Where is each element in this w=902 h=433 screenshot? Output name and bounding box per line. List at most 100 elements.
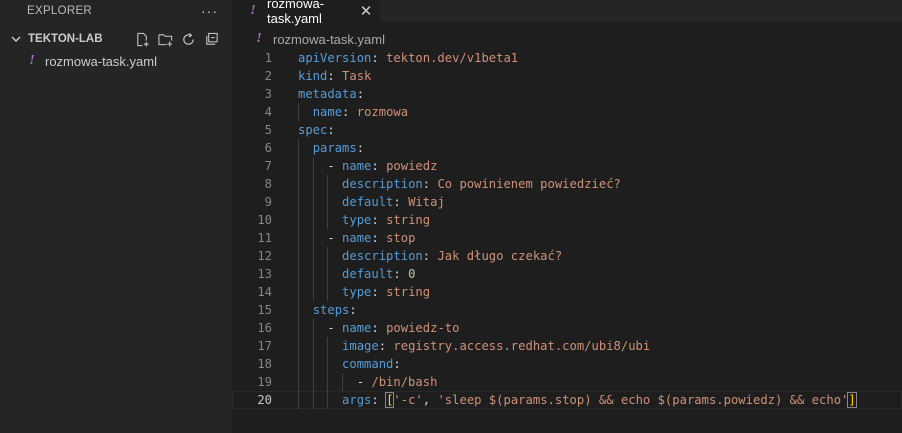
code-text: metadata: <box>298 85 364 103</box>
tab-rozmowa-task[interactable]: ! rozmowa-task.yaml ✕ <box>232 0 380 26</box>
code-line[interactable]: 11 - name: stop <box>232 229 902 247</box>
yaml-token: : <box>422 177 438 191</box>
explorer-file-item[interactable]: ! rozmowa-task.yaml <box>0 50 232 72</box>
yaml-token: tekton.dev/v1beta1 <box>386 51 519 65</box>
yaml-token: - <box>298 375 372 389</box>
line-number: 16 <box>257 321 272 335</box>
code-line[interactable]: 15 steps: <box>232 301 902 319</box>
explorer-file-label: rozmowa-task.yaml <box>45 53 157 69</box>
yaml-token: powiedz <box>386 159 438 173</box>
code-editor[interactable]: 1 apiVersion: tekton.dev/v1beta1 2 kind: Ta… <box>232 49 902 433</box>
yaml-token <box>298 105 313 119</box>
yaml-token <box>298 141 313 155</box>
yaml-token: : <box>342 105 357 119</box>
code-text: - name: stop <box>298 229 415 247</box>
line-number: 15 <box>257 303 272 317</box>
code-line[interactable]: 8 description: Co powinienem powiedzieć? <box>232 175 902 193</box>
yaml-token: - <box>298 321 343 335</box>
code-text: steps: <box>298 301 357 319</box>
yaml-key: description <box>342 177 423 191</box>
folder-section-header[interactable]: TEKTON-LAB <box>0 28 232 50</box>
yaml-token: : <box>371 231 387 245</box>
code-line[interactable]: 13 default: 0 <box>232 265 902 283</box>
yaml-key: spec <box>298 123 328 137</box>
yaml-key: image <box>342 339 379 353</box>
code-line[interactable]: 7 - name: powiedz <box>232 157 902 175</box>
line-number: 12 <box>257 249 272 263</box>
code-line[interactable]: 12 description: Jak długo czekać? <box>232 247 902 265</box>
collapse-all-icon[interactable] <box>203 31 220 48</box>
line-number: 20 <box>257 393 272 407</box>
code-text: description: Jak długo czekać? <box>298 247 562 265</box>
yaml-token: : <box>371 51 387 65</box>
yaml-token <box>298 285 342 299</box>
line-number: 8 <box>264 177 272 191</box>
code-line[interactable]: 1 apiVersion: tekton.dev/v1beta1 <box>232 49 902 67</box>
line-number: 19 <box>257 375 272 389</box>
yaml-token: powiedz-to <box>386 321 460 335</box>
yaml-token: : <box>356 87 365 101</box>
yaml-token: registry.access.redhat.com/ubi8/ubi <box>393 339 651 353</box>
yaml-token: - <box>298 231 343 245</box>
code-line[interactable]: 6 params: <box>232 139 902 157</box>
code-text: name: rozmowa <box>298 103 408 121</box>
line-number: 6 <box>264 141 272 155</box>
yaml-token: : <box>349 303 357 317</box>
code-text: kind: Task <box>298 67 371 85</box>
yaml-token: : <box>371 321 387 335</box>
explorer-title: EXPLORER <box>27 5 93 17</box>
code-line[interactable]: 14 type: string <box>232 283 902 301</box>
yaml-key: steps <box>312 303 350 317</box>
yaml-token: : <box>327 123 335 137</box>
breadcrumb[interactable]: ! rozmowa-task.yaml <box>232 28 385 50</box>
yaml-key: default <box>342 267 394 281</box>
yaml-token <box>298 213 342 227</box>
yaml-token: : <box>356 141 365 155</box>
yaml-token: - <box>298 159 343 173</box>
yaml-token: : <box>371 213 387 227</box>
line-number: 9 <box>264 195 272 209</box>
code-line[interactable]: 19 - /bin/bash <box>232 373 902 391</box>
code-text: - /bin/bash <box>298 373 438 391</box>
close-icon[interactable]: ✕ <box>356 2 376 20</box>
yaml-key: description <box>342 249 423 263</box>
code-text: type: string <box>298 283 430 301</box>
yaml-token: /bin/bash <box>371 375 438 389</box>
new-file-icon[interactable] <box>134 31 151 48</box>
code-line[interactable]: 10 type: string <box>232 211 902 229</box>
yaml-token: 0 <box>408 267 416 281</box>
code-line[interactable]: 17 image: registry.access.redhat.com/ubi… <box>232 337 902 355</box>
yaml-token: : <box>327 69 343 83</box>
line-number: 11 <box>257 231 272 245</box>
code-line[interactable]: 16 - name: powiedz-to <box>232 319 902 337</box>
code-text: params: <box>298 139 364 157</box>
yaml-token: Task <box>342 69 372 83</box>
code-line[interactable]: 4 name: rozmowa <box>232 103 902 121</box>
yaml-token <box>298 249 342 263</box>
yaml-file-icon: ! <box>256 31 262 46</box>
yaml-key: kind <box>298 69 328 83</box>
code-line[interactable]: 18 command: <box>232 355 902 373</box>
line-number: 13 <box>257 267 272 281</box>
yaml-key: type <box>342 213 372 227</box>
line-number: 17 <box>257 339 272 353</box>
yaml-token: 'sleep $(params.stop) && echo $(params.p… <box>437 393 849 407</box>
editor-tab-bar: ! rozmowa-task.yaml ✕ <box>232 0 902 26</box>
code-line[interactable]: 20 args: ['-c', 'sleep $(params.stop) &&… <box>232 391 902 409</box>
code-text: default: 0 <box>298 265 415 283</box>
refresh-icon[interactable] <box>180 31 197 48</box>
yaml-key: args <box>342 393 372 407</box>
tab-label: rozmowa-task.yaml <box>267 0 325 26</box>
yaml-token: string <box>386 285 431 299</box>
new-folder-icon[interactable] <box>157 31 174 48</box>
yaml-token: : <box>393 357 401 371</box>
code-line[interactable]: 5 spec: <box>232 121 902 139</box>
code-line[interactable]: 3 metadata: <box>232 85 902 103</box>
yaml-key: metadata <box>298 87 357 101</box>
more-actions-icon[interactable]: ··· <box>201 3 218 19</box>
code-line[interactable]: 2 kind: Task <box>232 67 902 85</box>
code-text: type: string <box>298 211 430 229</box>
code-text: description: Co powinienem powiedzieć? <box>298 175 621 193</box>
yaml-file-icon: ! <box>250 3 256 18</box>
code-line[interactable]: 9 default: Witaj <box>232 193 902 211</box>
